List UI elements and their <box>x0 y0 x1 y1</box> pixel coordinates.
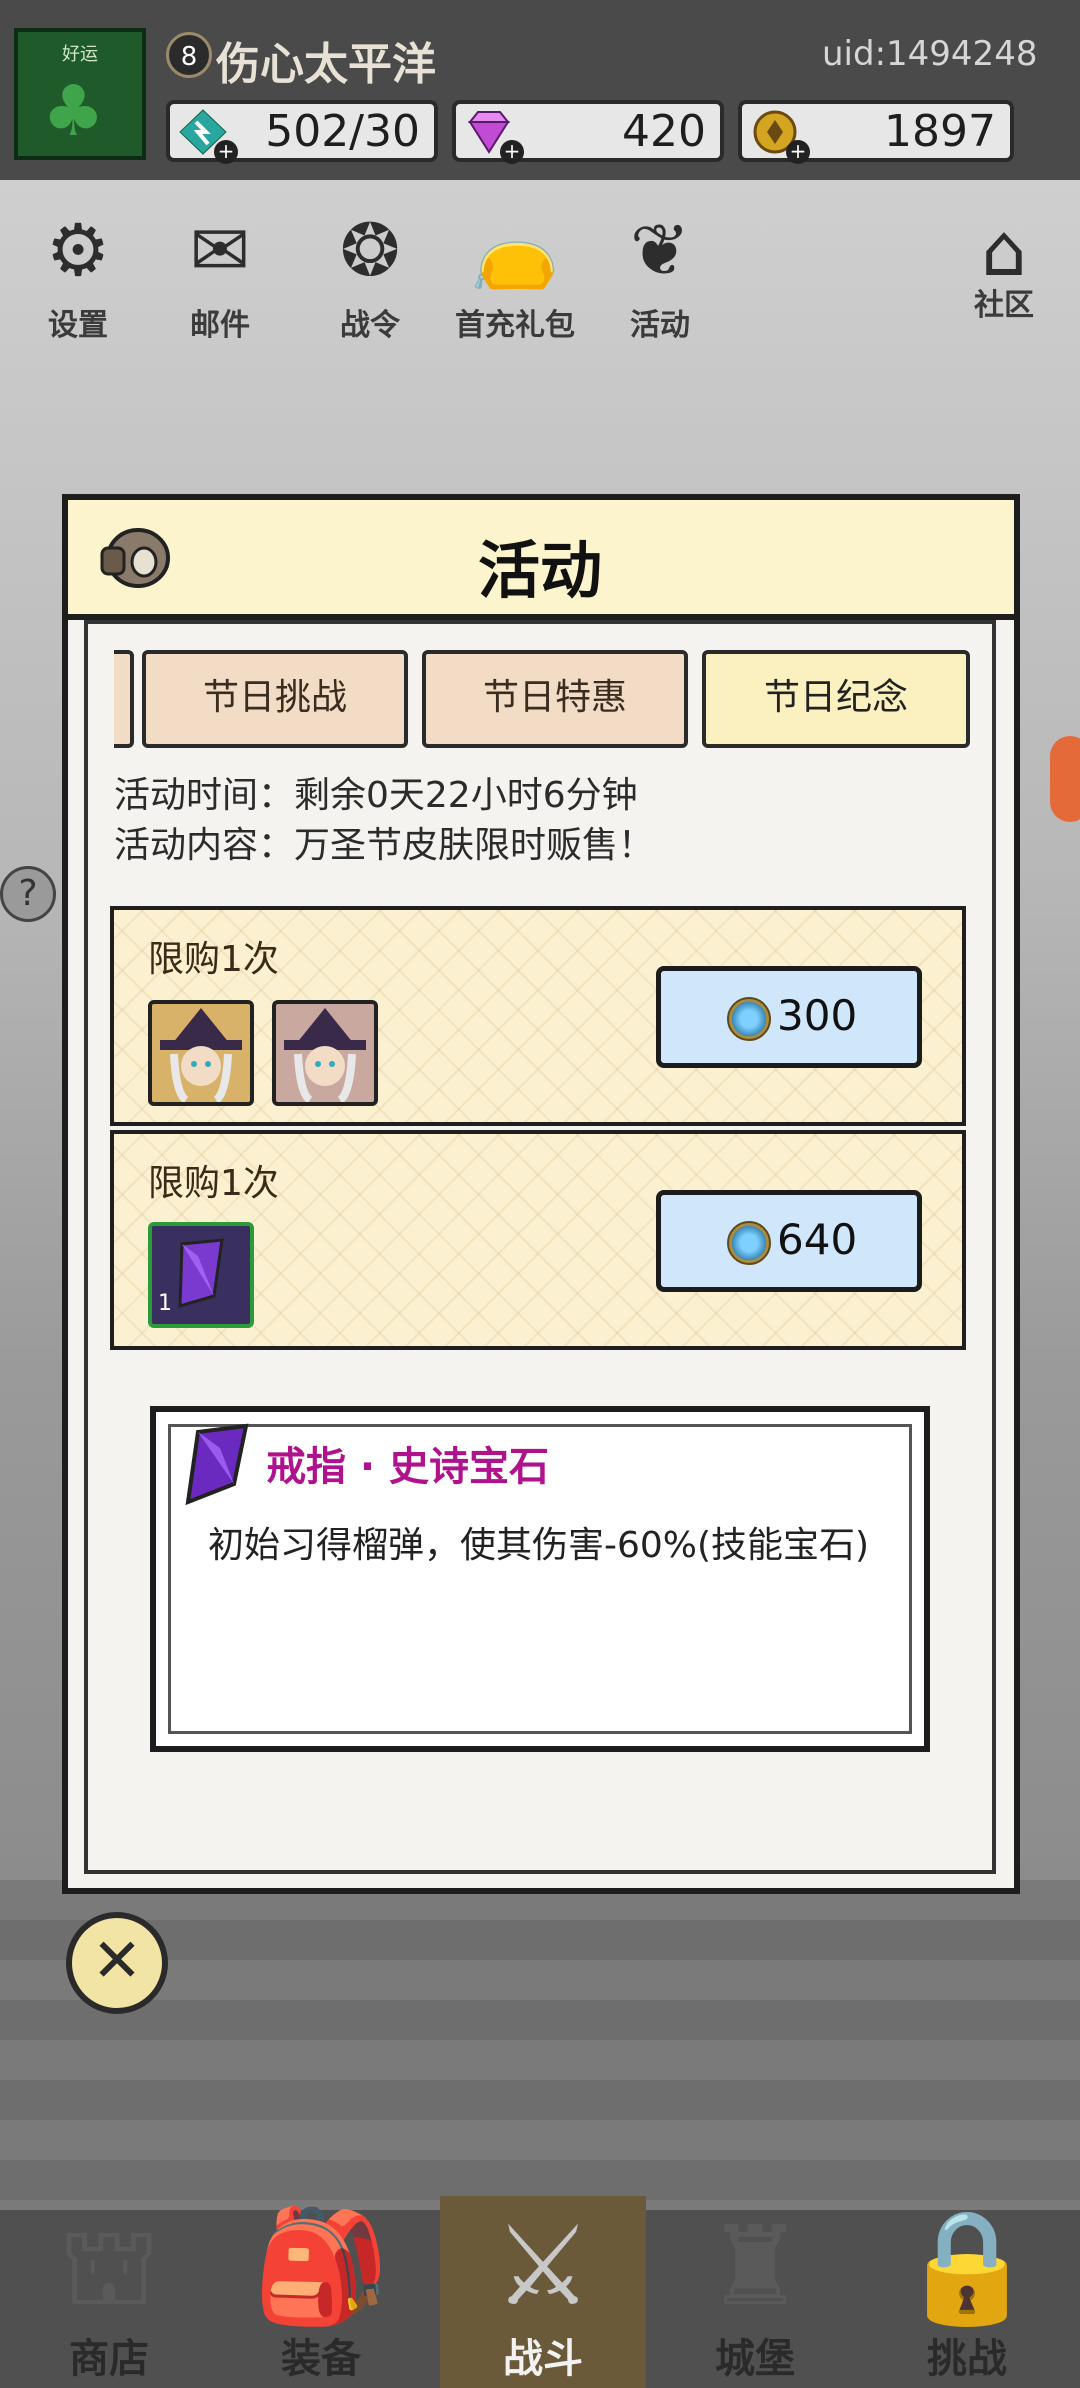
purchase-limit: 限购1次 <box>148 1163 279 1204</box>
shop-icon: ⛫ <box>58 2202 160 2330</box>
gear-icon: ⚙ <box>45 208 111 292</box>
crossed-swords-icon: ⚔ <box>493 2202 593 2330</box>
buy-button[interactable]: 640 <box>656 1190 922 1292</box>
battle-pass-button[interactable]: ❂ 战令 <box>310 200 430 343</box>
settings-button[interactable]: ⚙ 设置 <box>18 200 138 343</box>
nav-castle[interactable]: ♜ 城堡 <box>660 2196 850 2388</box>
events-button[interactable]: ❦ 活动 <box>600 200 720 343</box>
gem-value: 420 <box>622 106 706 157</box>
purple-crystal-icon <box>185 1423 249 1506</box>
player-avatar[interactable]: 好运 ♣ <box>14 28 146 160</box>
battle-pass-label: 战令 <box>340 308 400 343</box>
energy-value: 502/30 <box>265 106 420 157</box>
first-recharge-label: 首充礼包 <box>455 308 575 343</box>
player-uid: uid:1494248 <box>822 34 1038 74</box>
buy-button[interactable]: 300 <box>656 966 922 1068</box>
add-gem-icon[interactable]: + <box>500 140 524 164</box>
nav-castle-label: 城堡 <box>715 2336 795 2382</box>
nav-shop-label: 商店 <box>69 2336 149 2382</box>
player-name: 伤心太平洋 <box>216 39 436 90</box>
nav-equipment-label: 装备 <box>281 2336 361 2382</box>
help-icon[interactable]: ? <box>0 866 56 922</box>
add-gold-icon[interactable]: + <box>786 140 810 164</box>
activity-time: 活动时间：剩余0天22小时6分钟 <box>114 775 638 816</box>
first-recharge-button[interactable]: 👝 首充礼包 <box>440 200 590 343</box>
avatar-tag: 好运 <box>62 44 98 65</box>
offer-card: 限购1次 300 <box>110 906 966 1126</box>
locked-challenge-icon: 🔒 <box>898 2202 1036 2330</box>
side-event-icon[interactable] <box>1050 736 1080 822</box>
nav-challenge-label: 挑战 <box>927 2336 1007 2382</box>
battle-pass-icon: ❂ <box>339 208 401 292</box>
nav-shop[interactable]: ⛫ 商店 <box>14 2196 204 2388</box>
nav-battle-label: 战斗 <box>503 2336 583 2382</box>
price-value: 300 <box>777 991 858 1040</box>
diamond-coin-icon <box>727 997 771 1041</box>
tab-partial[interactable] <box>114 650 134 748</box>
gem-description: 初始习得榴弹，使其伤害-60%(技能宝石) <box>208 1525 870 1566</box>
energy-counter[interactable]: + 502/30 <box>166 100 438 164</box>
purchase-limit: 限购1次 <box>148 939 279 980</box>
backpack-icon: 🎒 <box>252 2202 390 2330</box>
offer-card: 限购1次 1 640 <box>110 1130 966 1350</box>
tab-festival-memorial[interactable]: 节日纪念 <box>702 650 970 748</box>
nav-challenge[interactable]: 🔒 挑战 <box>872 2196 1062 2388</box>
community-button[interactable]: ⌂ 社区 <box>944 200 1064 340</box>
item-count: 1 <box>158 1291 172 1316</box>
wall-background <box>0 1880 1080 2210</box>
community-label: 社区 <box>974 288 1034 323</box>
level-badge: 8 <box>166 32 212 78</box>
tab-festival-sale[interactable]: 节日特惠 <box>422 650 688 748</box>
mail-button[interactable]: ✉ 邮件 <box>160 200 280 343</box>
settings-label: 设置 <box>48 308 108 343</box>
witch-skin-icon[interactable] <box>148 1000 254 1106</box>
gold-value: 1897 <box>884 106 996 157</box>
nav-battle[interactable]: ⚔ 战斗 <box>440 2196 646 2388</box>
clover-icon: ♣ <box>42 70 105 152</box>
activity-content: 活动内容：万圣节皮肤限时贩售！ <box>114 825 655 866</box>
gift-bag-icon: 👝 <box>470 208 560 292</box>
price-value: 640 <box>777 1215 858 1264</box>
close-button[interactable]: ✕ <box>66 1912 168 2014</box>
events-label: 活动 <box>630 308 690 343</box>
witch-skin-icon[interactable] <box>272 1000 378 1106</box>
mail-label: 邮件 <box>190 308 250 343</box>
nav-equipment[interactable]: 🎒 装备 <box>226 2196 416 2388</box>
add-energy-icon[interactable]: + <box>214 140 238 164</box>
tab-festival-challenge[interactable]: 节日挑战 <box>142 650 408 748</box>
laurel-icon: ❦ <box>629 208 691 292</box>
gem-name: 戒指 · 史诗宝石 <box>266 1444 550 1490</box>
castle-icon: ♜ <box>705 2202 805 2330</box>
mail-icon: ✉ <box>189 208 251 292</box>
diamond-coin-icon <box>727 1221 771 1265</box>
panel-title: 活动 <box>477 534 602 607</box>
close-icon: ✕ <box>91 1926 143 1996</box>
gold-counter[interactable]: + 1897 <box>738 100 1014 164</box>
gem-counter[interactable]: + 420 <box>452 100 724 164</box>
purple-crystal-icon[interactable]: 1 <box>148 1222 254 1328</box>
